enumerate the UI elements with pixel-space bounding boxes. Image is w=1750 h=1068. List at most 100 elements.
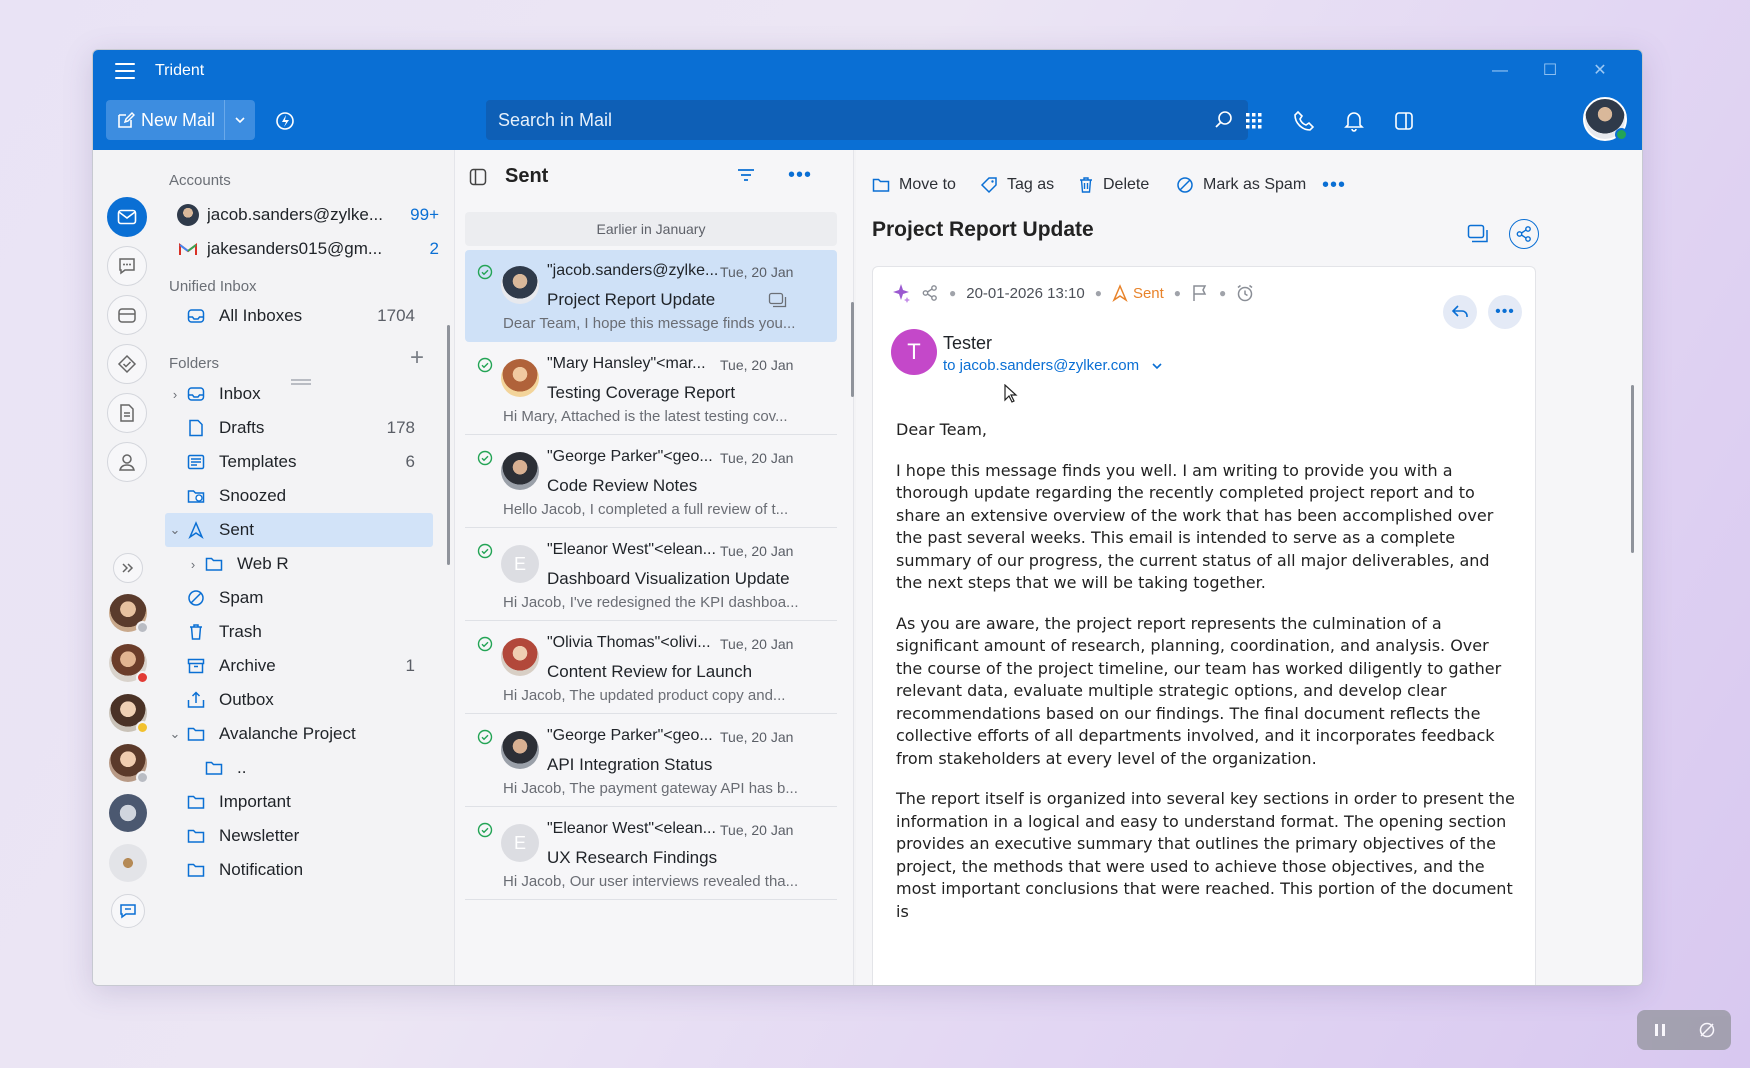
recipient-toggle[interactable]: to jacob.sanders@zylker.com: [943, 357, 1163, 374]
expand-rail-button[interactable]: [113, 553, 143, 583]
status-dot: [136, 771, 149, 784]
feedback-button[interactable]: [111, 894, 145, 928]
ai-sparkle-icon[interactable]: [891, 283, 911, 303]
contact-avatar[interactable]: [109, 794, 147, 832]
message-item[interactable]: E "Eleanor West"<elean... Tue, 20 Jan UX…: [465, 808, 837, 900]
stop-recording-icon[interactable]: [1698, 1021, 1716, 1039]
list-more-icon[interactable]: •••: [788, 164, 812, 187]
thread-view-icon[interactable]: [1463, 219, 1493, 249]
archive-icon: [185, 656, 207, 676]
chevron-right-icon[interactable]: ›: [165, 387, 185, 402]
account-gmail[interactable]: jakesanders015@gm... 2: [177, 234, 439, 264]
contact-avatar[interactable]: [109, 744, 149, 784]
reader-scrollbar[interactable]: [1631, 385, 1634, 553]
folder-all-inboxes[interactable]: All Inboxes 1704: [165, 299, 433, 333]
body-paragraph: I hope this message finds you well. I am…: [896, 460, 1494, 593]
move-to-button[interactable]: Move to: [872, 170, 956, 200]
folder-icon: [203, 758, 225, 778]
notes-icon: [120, 404, 134, 422]
apps-grid-icon[interactable]: [1239, 106, 1269, 136]
mark-spam-button[interactable]: Mark as Spam: [1176, 170, 1306, 200]
new-mail-button[interactable]: New Mail: [106, 100, 224, 140]
list-scrollbar[interactable]: [851, 302, 854, 397]
chevron-right-icon[interactable]: ›: [183, 557, 203, 572]
minimize-icon[interactable]: —: [1480, 58, 1520, 84]
sent-icon: [185, 520, 207, 540]
folder-trash[interactable]: Trash: [165, 615, 433, 649]
folder-drafts[interactable]: Drafts 178: [165, 411, 433, 445]
bell-icon[interactable]: [1339, 106, 1369, 136]
notes-app-button[interactable]: [107, 393, 147, 433]
contact-avatar[interactable]: [109, 844, 147, 882]
search-input[interactable]: [486, 100, 1248, 140]
account-unread-count: 2: [429, 239, 439, 258]
new-mail-label: New Mail: [141, 109, 216, 130]
sender-avatar: [501, 731, 539, 769]
folder-avalanche-project[interactable]: ⌄ Avalanche Project: [165, 717, 433, 751]
snooze-folder-icon: [185, 486, 207, 506]
account-zylker[interactable]: jacob.sanders@zylke... 99+: [177, 200, 439, 230]
pause-icon[interactable]: [1653, 1022, 1667, 1038]
reader-more-icon[interactable]: •••: [1322, 170, 1346, 200]
tasks-app-button[interactable]: [107, 344, 147, 384]
mail-app-button[interactable]: [107, 197, 147, 237]
folder-templates[interactable]: Templates 6: [165, 445, 433, 479]
chevron-down-icon[interactable]: ⌄: [165, 522, 185, 538]
contact-avatar[interactable]: [109, 644, 149, 684]
search-icon[interactable]: [1214, 110, 1234, 130]
phone-icon[interactable]: [1289, 106, 1319, 136]
folder-snoozed[interactable]: Snoozed: [165, 479, 433, 513]
folder-sent[interactable]: ⌄ Sent: [165, 513, 433, 547]
folder-inbox[interactable]: › Inbox: [165, 377, 433, 411]
message-item[interactable]: "jacob.sanders@zylke... Tue, 20 Jan Proj…: [465, 250, 837, 342]
delete-button[interactable]: Delete: [1078, 170, 1149, 200]
folder-name: Notification: [219, 860, 304, 879]
message-item[interactable]: E "Eleanor West"<elean... Tue, 20 Jan Da…: [465, 529, 837, 621]
filter-icon[interactable]: [736, 166, 756, 184]
message-item[interactable]: "George Parker"<geo... Tue, 20 Jan API I…: [465, 715, 837, 807]
folder-subfolder[interactable]: ..: [183, 751, 433, 785]
share-icon[interactable]: [1509, 219, 1539, 249]
reminder-alarm-icon[interactable]: [1236, 284, 1254, 302]
recording-controls: [1637, 1010, 1731, 1050]
online-status-dot: [1615, 128, 1628, 141]
collapse-pane-icon[interactable]: [469, 168, 487, 186]
folder-important[interactable]: Important: [165, 785, 433, 819]
folder-outbox[interactable]: Outbox: [165, 683, 433, 717]
close-icon[interactable]: ✕: [1580, 58, 1620, 84]
hamburger-menu-icon[interactable]: [115, 63, 135, 79]
contact-avatar[interactable]: [109, 694, 149, 734]
email-more-icon[interactable]: •••: [1488, 295, 1522, 329]
lightning-icon: [276, 112, 294, 130]
sent-check-icon: [477, 450, 493, 466]
message-item[interactable]: "Olivia Thomas"<olivi... Tue, 20 Jan Con…: [465, 622, 837, 714]
folder-name: Outbox: [219, 690, 274, 709]
calendar-app-button[interactable]: [107, 295, 147, 335]
share-icon[interactable]: [921, 284, 939, 302]
folder-notification[interactable]: Notification: [165, 853, 433, 887]
chevron-down-icon[interactable]: ⌄: [165, 726, 185, 742]
mail-window: Trident — ☐ ✕ New Mail Search in Mail Ac…: [92, 49, 1643, 986]
message-date: Tue, 20 Jan: [720, 357, 794, 373]
flag-icon[interactable]: [1191, 284, 1209, 302]
folder-scrollbar[interactable]: [447, 325, 450, 565]
contact-avatar[interactable]: [109, 594, 149, 634]
message-item[interactable]: "Mary Hansley"<mar... Tue, 20 Jan Testin…: [465, 343, 837, 435]
message-item[interactable]: "George Parker"<geo... Tue, 20 Jan Code …: [465, 436, 837, 528]
tag-as-button[interactable]: Tag as: [980, 170, 1054, 200]
inbox-tray-icon: [185, 306, 207, 326]
panel-toggle-icon[interactable]: [1389, 106, 1419, 136]
quick-actions-button[interactable]: [271, 107, 299, 135]
folder-web-r[interactable]: › Web R: [183, 547, 433, 581]
reply-button[interactable]: [1443, 295, 1477, 329]
folder-spam[interactable]: Spam: [165, 581, 433, 615]
user-avatar[interactable]: [1583, 97, 1628, 141]
folder-newsletter[interactable]: Newsletter: [165, 819, 433, 853]
add-folder-icon[interactable]: +: [406, 346, 428, 370]
chat-app-button[interactable]: [107, 246, 147, 286]
contacts-app-button[interactable]: [107, 442, 147, 482]
folder-archive[interactable]: Archive 1: [165, 649, 433, 683]
sent-check-icon: [477, 357, 493, 373]
maximize-icon[interactable]: ☐: [1530, 58, 1570, 84]
new-mail-dropdown[interactable]: [224, 100, 255, 140]
